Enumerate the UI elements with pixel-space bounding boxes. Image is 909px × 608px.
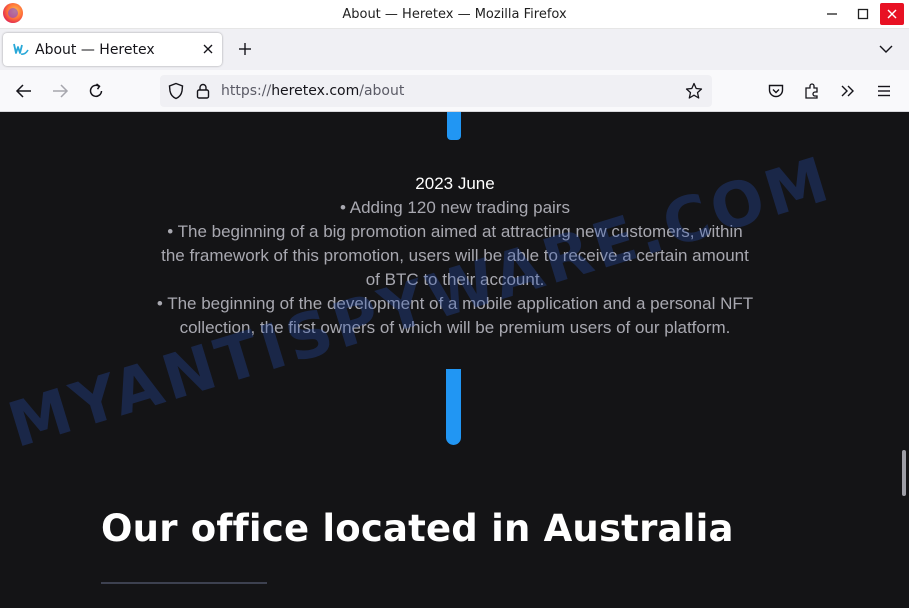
plus-icon — [239, 43, 251, 55]
extensions-icon — [805, 83, 818, 99]
url-bar[interactable]: https://heretex.com/about — [160, 75, 712, 107]
star-icon[interactable] — [685, 82, 703, 100]
forward-icon — [53, 84, 69, 98]
tab-about-heretex[interactable]: About — Heretex — [3, 33, 222, 66]
heading-divider — [101, 582, 267, 584]
url-path: /about — [359, 83, 405, 99]
maximize-icon — [857, 8, 869, 20]
menu-icon — [878, 85, 890, 97]
app-menu-button[interactable] — [872, 79, 896, 103]
minimize-button[interactable] — [820, 3, 844, 25]
office-heading: Our office located in Australia — [101, 507, 734, 550]
chevron-down-icon — [879, 45, 893, 53]
timeline-bar-top — [447, 112, 461, 140]
forward-button[interactable] — [48, 79, 72, 103]
timeline-line: collection, the first owners of which wi… — [179, 318, 731, 337]
timeline-entry: 2023 June • Adding 120 new trading pairs… — [120, 172, 790, 340]
new-tab-button[interactable] — [233, 37, 257, 61]
lock-icon[interactable] — [195, 82, 211, 100]
page-viewport[interactable]: 2023 June • Adding 120 new trading pairs… — [0, 112, 909, 608]
maximize-button[interactable] — [851, 3, 875, 25]
extensions-button[interactable] — [800, 79, 824, 103]
timeline-line: the framework of this promotion, users w… — [161, 246, 749, 265]
page-scrollbar[interactable] — [902, 450, 906, 496]
list-all-tabs-button[interactable] — [875, 38, 897, 60]
tab-title: About — Heretex — [35, 42, 155, 58]
back-icon — [15, 84, 31, 98]
overflow-menu-button[interactable] — [836, 79, 860, 103]
window-titlebar: About — Heretex — Mozilla Firefox — [0, 0, 909, 29]
heretex-logo-icon — [13, 43, 29, 55]
window-title: About — Heretex — Mozilla Firefox — [342, 7, 567, 22]
minimize-icon — [827, 13, 837, 15]
timeline-bar-bottom — [446, 369, 461, 445]
timeline-line: • Adding 120 new trading pairs — [340, 198, 570, 217]
timeline-date: 2023 June — [415, 174, 495, 193]
close-icon — [887, 9, 897, 19]
back-button[interactable] — [12, 79, 36, 103]
url-text[interactable]: https://heretex.com/about — [221, 83, 404, 99]
url-host: heretex.com — [271, 83, 360, 99]
timeline-line: of BTC to their account. — [365, 270, 545, 289]
reload-icon — [89, 83, 103, 98]
close-icon — [203, 44, 213, 54]
timeline-line: • The beginning of a big promotion aimed… — [167, 222, 743, 241]
overflow-icon — [841, 85, 854, 97]
reload-button[interactable] — [84, 79, 108, 103]
tab-close-button[interactable] — [199, 40, 217, 58]
tab-strip: About — Heretex — [0, 29, 909, 70]
url-prefix: https:// — [221, 83, 272, 99]
close-window-button[interactable] — [880, 3, 904, 25]
timeline-line: • The beginning of the development of a … — [156, 294, 754, 313]
navigation-toolbar: https://heretex.com/about — [0, 70, 909, 112]
shield-icon[interactable] — [167, 82, 185, 100]
pocket-button[interactable] — [764, 79, 788, 103]
pocket-icon — [768, 84, 784, 98]
